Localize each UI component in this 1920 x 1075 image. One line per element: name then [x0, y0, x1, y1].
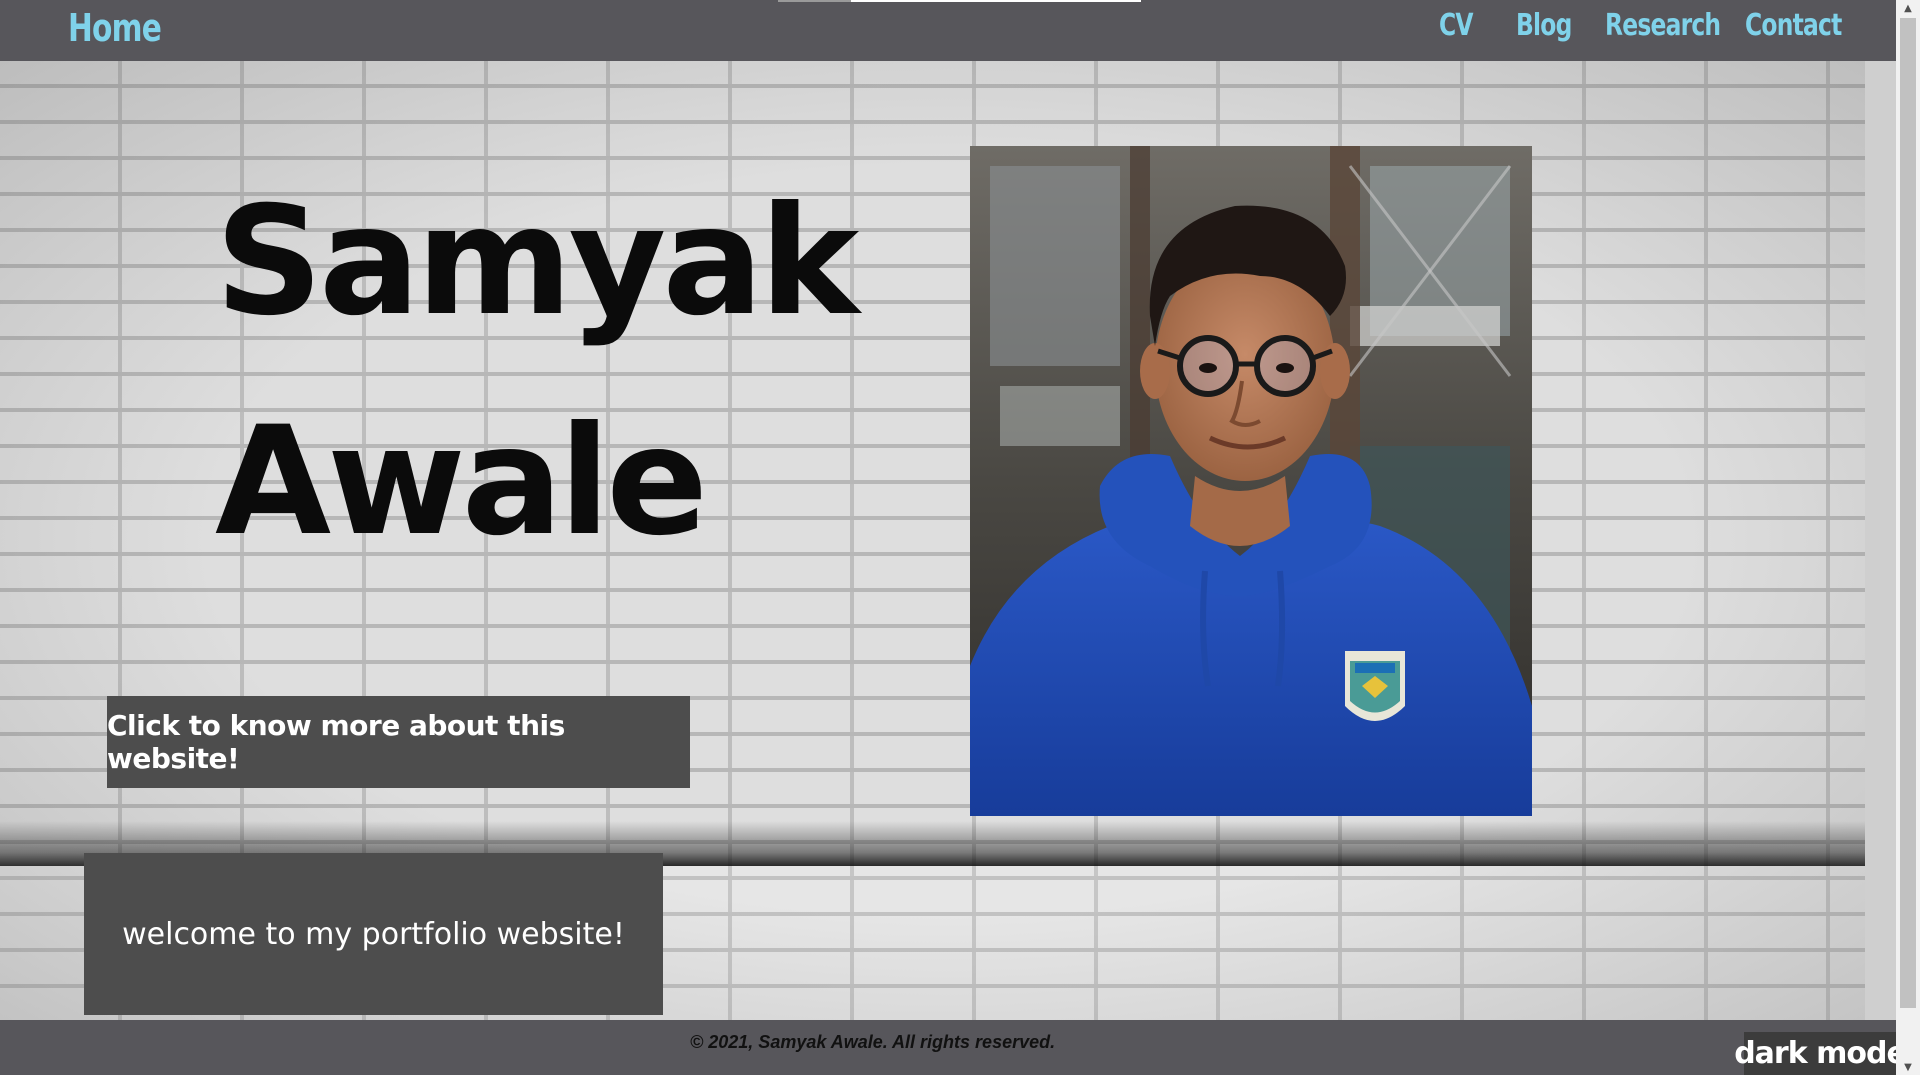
nav-home-link[interactable]: Home	[68, 6, 162, 50]
know-more-button[interactable]: Click to know more about this website!	[107, 696, 690, 788]
loading-bar-fill	[851, 0, 1141, 2]
nav-blog-link[interactable]: Blog	[1516, 8, 1572, 43]
triangle-down-icon[interactable]: ▼	[1896, 1059, 1920, 1075]
page-scrollbar[interactable]: ▲ ▼	[1896, 0, 1920, 1075]
page: Home CV Blog Research Contact Samyak Awa…	[0, 0, 1920, 1075]
copyright-text: © 2021, Samyak Awale. All rights reserve…	[690, 1032, 1056, 1052]
nav-cv-link[interactable]: CV	[1439, 8, 1474, 43]
top-navbar: Home CV Blog Research Contact	[0, 0, 1896, 61]
nav-contact-link[interactable]: Contact	[1745, 8, 1842, 43]
footer: © 2021, Samyak Awale. All rights reserve…	[0, 1020, 1896, 1075]
name-first: Samyak	[215, 175, 859, 349]
dark-mode-toggle[interactable]: dark mode	[1734, 1032, 1907, 1075]
right-edge	[1865, 61, 1896, 1020]
loading-bar	[778, 0, 1141, 2]
profile-photo	[970, 146, 1532, 816]
triangle-up-icon[interactable]: ▲	[1896, 0, 1920, 16]
name-last: Awale	[215, 395, 708, 569]
scrollbar-thumb[interactable]	[1900, 18, 1916, 1008]
welcome-message: welcome to my portfolio website!	[84, 853, 663, 1015]
nav-research-link[interactable]: Research	[1605, 8, 1721, 43]
